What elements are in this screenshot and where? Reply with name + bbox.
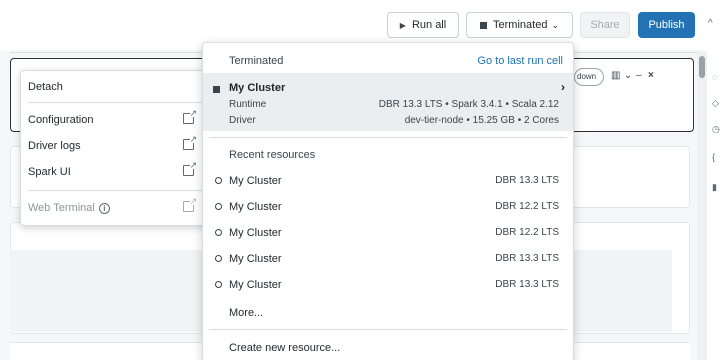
chevron-right-icon: › xyxy=(561,80,565,94)
external-link-icon xyxy=(183,134,197,150)
cluster-status-header: Terminated xyxy=(229,55,284,67)
scrollbar-thumb[interactable] xyxy=(699,56,705,78)
cluster-status-label: Terminated xyxy=(493,19,548,31)
resource-version: DBR 12.2 LTS xyxy=(495,227,559,238)
external-link-icon xyxy=(183,160,197,176)
info-icon[interactable]: i xyxy=(98,202,110,214)
close-icon[interactable]: × xyxy=(648,70,654,81)
play-icon: ▶ xyxy=(399,20,406,30)
web-terminal-menu-item[interactable]: Web Terminal i xyxy=(21,196,209,219)
resource-version: DBR 13.3 LTS xyxy=(495,175,559,186)
publish-button[interactable]: Publish xyxy=(638,12,695,38)
minimize-icon[interactable]: – xyxy=(636,70,642,81)
run-all-label: Run all xyxy=(411,19,447,31)
runtime-value: DBR 13.3 LTS • Spark 3.4.1 • Scala 2.12 xyxy=(378,99,559,110)
current-cluster-item[interactable]: My Cluster › Runtime DBR 13.3 LTS • Spar… xyxy=(203,73,573,131)
cell-mode-dropdown[interactable]: down xyxy=(574,68,604,86)
cluster-selector-button[interactable]: Terminated ⌄ xyxy=(466,12,573,38)
current-cluster-name: My Cluster xyxy=(229,82,286,94)
variables-icon[interactable]: ◇ xyxy=(712,98,719,109)
status-circle-icon xyxy=(215,177,222,184)
dropdown-divider xyxy=(209,329,567,330)
resource-name: My Cluster xyxy=(229,227,282,239)
resource-name: My Cluster xyxy=(229,279,282,291)
library-icon[interactable]: ▮ xyxy=(712,182,717,193)
recent-resource-item[interactable]: My Cluster DBR 12.2 LTS xyxy=(203,194,573,220)
more-resources-item[interactable]: More... xyxy=(229,307,263,319)
configuration-label: Configuration xyxy=(28,114,94,126)
go-to-last-run-link[interactable]: Go to last run cell xyxy=(477,55,563,67)
resource-name: My Cluster xyxy=(229,253,282,265)
configuration-menu-item[interactable]: Configuration xyxy=(21,108,209,131)
chevron-down-icon[interactable]: ⌄ xyxy=(624,70,632,81)
share-button[interactable]: Share xyxy=(580,12,630,38)
driver-logs-menu-item[interactable]: Driver logs xyxy=(21,134,209,157)
recent-resource-item[interactable]: My Cluster DBR 13.3 LTS xyxy=(203,168,573,194)
resource-version: DBR 13.3 LTS xyxy=(495,279,559,290)
cluster-dropdown: Terminated Go to last run cell My Cluste… xyxy=(202,42,574,360)
chart-icon[interactable]: ▥ xyxy=(611,70,620,81)
create-new-resource-item[interactable]: Create new resource... xyxy=(229,342,340,354)
recent-resource-item[interactable]: My Cluster DBR 13.3 LTS xyxy=(203,246,573,272)
run-all-button[interactable]: ▶ Run all xyxy=(387,12,459,38)
external-link-icon xyxy=(183,196,197,212)
dropdown-divider xyxy=(209,137,567,138)
spark-ui-menu-item[interactable]: Spark UI xyxy=(21,160,209,183)
scrollbar-track[interactable] xyxy=(697,52,707,360)
resource-version: DBR 13.3 LTS xyxy=(495,253,559,264)
stop-square-icon xyxy=(213,86,220,93)
chevron-down-icon: ⌄ xyxy=(551,19,559,30)
detach-menu-item[interactable]: Detach xyxy=(21,76,209,98)
recent-resources-header: Recent resources xyxy=(229,149,316,161)
web-terminal-label: Web Terminal xyxy=(28,202,95,214)
resource-name: My Cluster xyxy=(229,201,282,213)
status-circle-icon xyxy=(215,255,222,262)
status-circle-icon xyxy=(215,281,222,288)
comment-icon[interactable]: ◌ xyxy=(712,72,717,82)
resource-name: My Cluster xyxy=(229,175,282,187)
runtime-label: Runtime xyxy=(229,99,267,110)
spark-ui-label: Spark UI xyxy=(28,166,71,178)
status-circle-icon xyxy=(215,203,222,210)
resource-version: DBR 12.2 LTS xyxy=(495,201,559,212)
detach-label: Detach xyxy=(28,81,63,93)
recent-resource-item[interactable]: My Cluster DBR 13.3 LTS xyxy=(203,272,573,298)
right-side-rail xyxy=(707,50,722,360)
status-circle-icon xyxy=(215,229,222,236)
driver-logs-label: Driver logs xyxy=(28,140,81,152)
stop-square-icon xyxy=(480,21,488,29)
menu-divider xyxy=(28,190,202,191)
external-link-icon xyxy=(183,108,197,124)
driver-value: dev-tier-node • 15.25 GB • 2 Cores xyxy=(404,115,559,126)
menu-divider xyxy=(28,102,202,103)
driver-label: Driver xyxy=(229,115,256,126)
history-icon[interactable]: ◷ xyxy=(712,124,720,135)
braces-icon[interactable]: { xyxy=(712,152,715,162)
collapse-caret-icon[interactable]: ^ xyxy=(708,18,713,29)
recent-resource-item[interactable]: My Cluster DBR 12.2 LTS xyxy=(203,220,573,246)
compute-actions-menu: Detach Configuration Driver logs Spark U… xyxy=(20,70,208,226)
